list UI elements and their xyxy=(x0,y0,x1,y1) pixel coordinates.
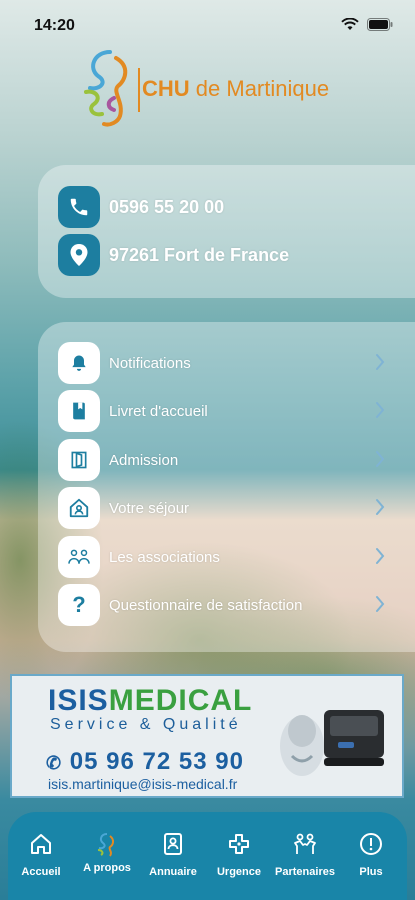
menu-item-sejour[interactable]: Votre séjour xyxy=(58,486,385,530)
menu-icon-tile xyxy=(58,536,100,578)
tab-urgence[interactable]: Urgence xyxy=(206,812,272,900)
partners-icon xyxy=(294,833,316,854)
tab-label: Urgence xyxy=(216,866,262,878)
menu-icon-tile xyxy=(58,390,100,432)
chevron-right-icon xyxy=(376,499,385,515)
ad-brand-medical: MEDICAL xyxy=(108,684,253,717)
people-icon xyxy=(68,549,90,564)
menu-item-label: Votre séjour xyxy=(109,499,190,517)
tab-label: Partenaires xyxy=(275,866,335,878)
menu-icon-tile xyxy=(58,487,100,529)
logo-text-bold: CHU xyxy=(142,76,190,101)
contact-card: 0596 55 20 00 97261 Fort de France xyxy=(38,165,415,298)
logo-text: CHU de Martinique xyxy=(142,76,329,102)
status-time: 14:20 xyxy=(34,17,75,34)
tab-label: Annuaire xyxy=(149,866,197,878)
tab-label: Plus xyxy=(359,866,383,878)
menu-card: Notifications Livret d'accueil Admission… xyxy=(38,322,415,652)
ad-phone: ✆ 05 96 72 53 90 xyxy=(46,748,244,776)
tab-accueil[interactable]: Accueil xyxy=(8,812,74,900)
cpap-device-image-icon xyxy=(280,710,384,776)
ad-brand: ISISMEDICAL xyxy=(48,684,252,718)
menu-item-admission[interactable]: Admission xyxy=(58,438,385,482)
ad-tagline: Service & Qualité xyxy=(50,716,242,733)
chu-logo-mark-icon xyxy=(84,50,128,127)
phone-icon-tile xyxy=(58,186,100,228)
address-row[interactable]: 97261 Fort de France xyxy=(58,233,385,277)
phone-number[interactable]: 0596 55 20 00 xyxy=(109,197,224,218)
menu-icon-tile xyxy=(58,439,100,481)
chevron-right-icon xyxy=(376,548,385,564)
book-icon xyxy=(73,402,85,420)
ad-phone-symbol-icon: ✆ xyxy=(46,753,63,773)
medical-cross-icon xyxy=(229,834,249,854)
tab-label: A propos xyxy=(83,862,131,874)
menu-item-associations[interactable]: Les associations xyxy=(58,535,385,579)
door-icon xyxy=(71,451,87,469)
ad-brand-isis: ISIS xyxy=(48,684,109,717)
menu-item-label: Livret d'accueil xyxy=(109,402,208,420)
status-bar: 14:20 xyxy=(0,0,415,48)
house-person-icon xyxy=(69,498,89,518)
tab-partenaires[interactable]: Partenaires xyxy=(272,812,338,900)
location-pin-icon xyxy=(70,244,88,266)
address-text[interactable]: 97261 Fort de France xyxy=(109,245,289,266)
tab-label: Accueil xyxy=(21,866,61,878)
chevron-right-icon xyxy=(376,402,385,418)
tab-plus[interactable]: Plus xyxy=(338,812,404,900)
location-icon-tile xyxy=(58,234,100,276)
menu-item-label: Admission xyxy=(109,451,179,469)
menu-item-label: Notifications xyxy=(109,354,191,372)
phone-icon xyxy=(70,198,88,216)
menu-icon-tile: ? xyxy=(58,584,100,626)
chu-logo-icon xyxy=(97,833,114,857)
chu-logo: CHU de Martinique xyxy=(80,46,350,130)
more-icon xyxy=(360,833,382,855)
menu-icon-tile xyxy=(58,342,100,384)
system-icons xyxy=(341,18,393,31)
contacts-book-icon xyxy=(164,833,182,855)
chevron-right-icon xyxy=(376,596,385,612)
menu-item-questionnaire[interactable]: ? Questionnaire de satisfaction xyxy=(58,583,385,627)
menu-item-livret[interactable]: Livret d'accueil xyxy=(58,389,385,433)
bell-icon xyxy=(72,355,86,371)
chevron-right-icon xyxy=(376,451,385,467)
logo-divider xyxy=(138,68,140,112)
menu-item-notifications[interactable]: Notifications xyxy=(58,341,385,385)
menu-item-label: Questionnaire de satisfaction xyxy=(109,596,303,614)
battery-icon xyxy=(367,18,393,31)
chevron-right-icon xyxy=(376,354,385,370)
phone-row[interactable]: 0596 55 20 00 xyxy=(58,185,385,229)
logo-text-rest: de Martinique xyxy=(189,76,330,101)
question-icon: ? xyxy=(72,592,86,617)
tab-annuaire[interactable]: Annuaire xyxy=(140,812,206,900)
ad-phone-number: 05 96 72 53 90 xyxy=(69,748,244,775)
wifi-icon xyxy=(341,18,359,30)
tab-a-propos[interactable]: A propos xyxy=(74,812,140,900)
home-icon xyxy=(31,834,51,854)
ad-email: isis.martinique@isis-medical.fr xyxy=(48,776,238,792)
menu-item-label: Les associations xyxy=(109,548,220,566)
bottom-tab-bar: Accueil A propos Annuaire Urgence Parten… xyxy=(8,812,407,900)
ad-banner-isis-medical[interactable]: ISISMEDICAL Service & Qualité ✆ 05 96 72… xyxy=(10,674,404,798)
